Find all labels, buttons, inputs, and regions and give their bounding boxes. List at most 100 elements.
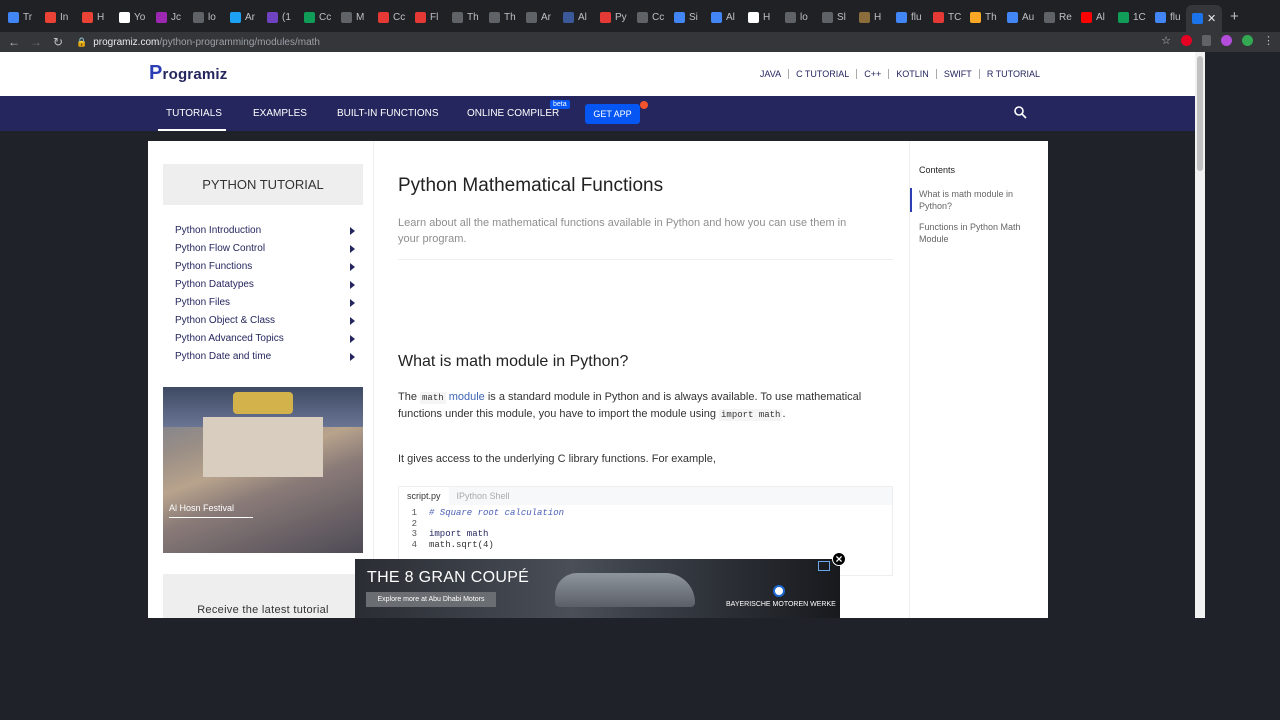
sidebar-item[interactable]: Python Object & Class (175, 315, 355, 326)
browser-tab[interactable]: flu (1155, 8, 1181, 26)
browser-tab[interactable]: Al (563, 8, 587, 26)
browser-tab[interactable]: lo (193, 8, 216, 26)
browser-tab[interactable]: Py (600, 8, 627, 26)
tab-favicon-icon (1044, 11, 1055, 23)
browser-tab[interactable]: Cc (378, 8, 405, 26)
browser-tab[interactable]: In (45, 8, 68, 26)
browser-tab[interactable]: 1C (1118, 8, 1146, 26)
browser-tab[interactable]: Cc (304, 8, 331, 26)
forward-arrow-icon[interactable]: → (26, 35, 46, 49)
sidebar-title[interactable]: PYTHON TUTORIAL (163, 164, 363, 205)
browser-tab[interactable]: Jc (156, 8, 181, 26)
reload-icon[interactable]: ↻ (48, 35, 68, 49)
browser-tab[interactable]: (1 (267, 8, 291, 26)
nav-builtin-functions[interactable]: BUILT-IN FUNCTIONS (337, 108, 438, 119)
tab-ipython-shell[interactable]: IPython Shell (449, 487, 518, 505)
festival-image-banner[interactable]: Al Hosn Festival (163, 387, 363, 553)
pinterest-icon[interactable] (1181, 35, 1192, 46)
programiz-logo[interactable]: Programiz (149, 62, 228, 85)
top-link[interactable]: JAVA (753, 69, 788, 79)
nav-online-compiler[interactable]: ONLINE COMPILER (467, 108, 559, 119)
browser-tab[interactable]: Fl (415, 8, 438, 26)
top-link[interactable]: C++ (856, 69, 888, 79)
caret-right-icon (350, 245, 355, 253)
browser-tab[interactable]: Th (452, 8, 479, 26)
browser-tab[interactable]: Sl (822, 8, 846, 26)
browser-menu-icon[interactable]: ⋮ (1263, 34, 1274, 47)
browser-tab[interactable]: lo (785, 8, 808, 26)
sidebar-item[interactable]: Python Date and time (175, 351, 355, 362)
browser-tab[interactable]: Au (1007, 8, 1034, 26)
nav-active-indicator (158, 129, 226, 131)
browser-tab[interactable]: flu (896, 8, 922, 26)
browser-tab[interactable]: H (859, 8, 881, 26)
browser-tab[interactable]: H (748, 8, 770, 26)
browser-tab[interactable]: Cc (637, 8, 664, 26)
address-bar[interactable]: 🔒 programiz.com/python-programming/modul… (76, 33, 1136, 51)
top-link[interactable]: C TUTORIAL (788, 69, 856, 79)
browser-tab[interactable]: Re (1044, 8, 1072, 26)
tab-script-py[interactable]: script.py (399, 487, 449, 505)
toc-item-what-is-math[interactable]: What is math module in Python? (919, 188, 1039, 212)
toc-active-indicator (910, 188, 912, 212)
browser-tab[interactable]: Ar (230, 8, 255, 26)
tab-title: H (874, 11, 882, 23)
bookmark-star-icon[interactable]: ☆ (1161, 34, 1171, 47)
browser-tab[interactable]: Yo (119, 8, 145, 26)
top-language-links: JAVA C TUTORIAL C++ KOTLIN SWIFT R TUTORIAL (753, 69, 1047, 79)
profile-avatar-icon[interactable] (1242, 35, 1253, 46)
ad-cta-button[interactable]: Explore more at Abu Dhabi Motors (366, 592, 496, 607)
browser-tab[interactable]: Th (489, 8, 516, 26)
browser-tab[interactable]: Si (674, 8, 698, 26)
tab-favicon-icon (637, 11, 648, 23)
tab-title: Al (726, 11, 735, 23)
sidebar-item-label: Python Introduction (175, 225, 262, 236)
sidebar-item[interactable]: Python Introduction (175, 225, 355, 236)
top-link[interactable]: KOTLIN (888, 69, 936, 79)
search-icon[interactable] (1013, 105, 1027, 119)
get-app-button[interactable]: GET APP (585, 104, 640, 124)
browser-tab[interactable]: TC (933, 8, 961, 26)
tab-title: M (356, 11, 365, 23)
nav-examples[interactable]: EXAMPLES (253, 108, 307, 119)
scrollbar-thumb[interactable] (1197, 56, 1203, 171)
tab-title: flu (911, 11, 922, 23)
tab-favicon-icon (452, 11, 463, 23)
tab-title: Si (689, 11, 698, 23)
sidebar-item-label: Python Functions (175, 261, 253, 272)
sidebar-item-label: Python Datatypes (175, 279, 254, 290)
beta-badge: beta (550, 100, 570, 109)
back-arrow-icon[interactable]: ← (4, 35, 24, 49)
browser-tab[interactable]: Tr (8, 8, 32, 26)
eyedropper-icon[interactable] (1202, 35, 1211, 46)
browser-tab[interactable]: Al (711, 8, 735, 26)
top-link[interactable]: SWIFT (935, 69, 979, 79)
tab-favicon-icon (156, 11, 167, 23)
tab-favicon-icon (859, 11, 870, 23)
page-scrollbar[interactable] (1195, 52, 1205, 618)
tab-favicon-icon (489, 11, 500, 23)
active-browser-tab[interactable]: ✕ (1186, 5, 1223, 32)
tab-close-icon[interactable]: ✕ (1207, 12, 1216, 25)
top-link[interactable]: R TUTORIAL (978, 69, 1047, 79)
sidebar-item[interactable]: Python Functions (175, 261, 355, 272)
sidebar-item[interactable]: Python Files (175, 297, 355, 308)
ad-info-icon[interactable] (818, 561, 830, 571)
bmw-ad-banner[interactable]: THE 8 GRAN COUPÉ Explore more at Abu Dha… (355, 559, 840, 618)
close-icon[interactable] (832, 552, 846, 566)
module-link[interactable]: module (449, 391, 485, 403)
browser-tab[interactable]: H (82, 8, 104, 26)
tab-favicon-icon (748, 11, 759, 23)
sidebar-item[interactable]: Python Advanced Topics (175, 333, 355, 344)
toc-title: Contents (919, 165, 956, 175)
toc-item-functions[interactable]: Functions in Python Math Module (919, 221, 1039, 245)
new-tab-button[interactable]: + (1230, 8, 1239, 25)
browser-tab[interactable]: Al (1081, 8, 1105, 26)
browser-tab[interactable]: Ar (526, 8, 551, 26)
sidebar-item[interactable]: Python Datatypes (175, 279, 355, 290)
nav-tutorials[interactable]: TUTORIALS (166, 108, 222, 119)
browser-tab[interactable]: M (341, 8, 364, 26)
browser-tab[interactable]: Th (970, 8, 997, 26)
sidebar-item[interactable]: Python Flow Control (175, 243, 355, 254)
extension-purple-icon[interactable] (1221, 35, 1232, 46)
